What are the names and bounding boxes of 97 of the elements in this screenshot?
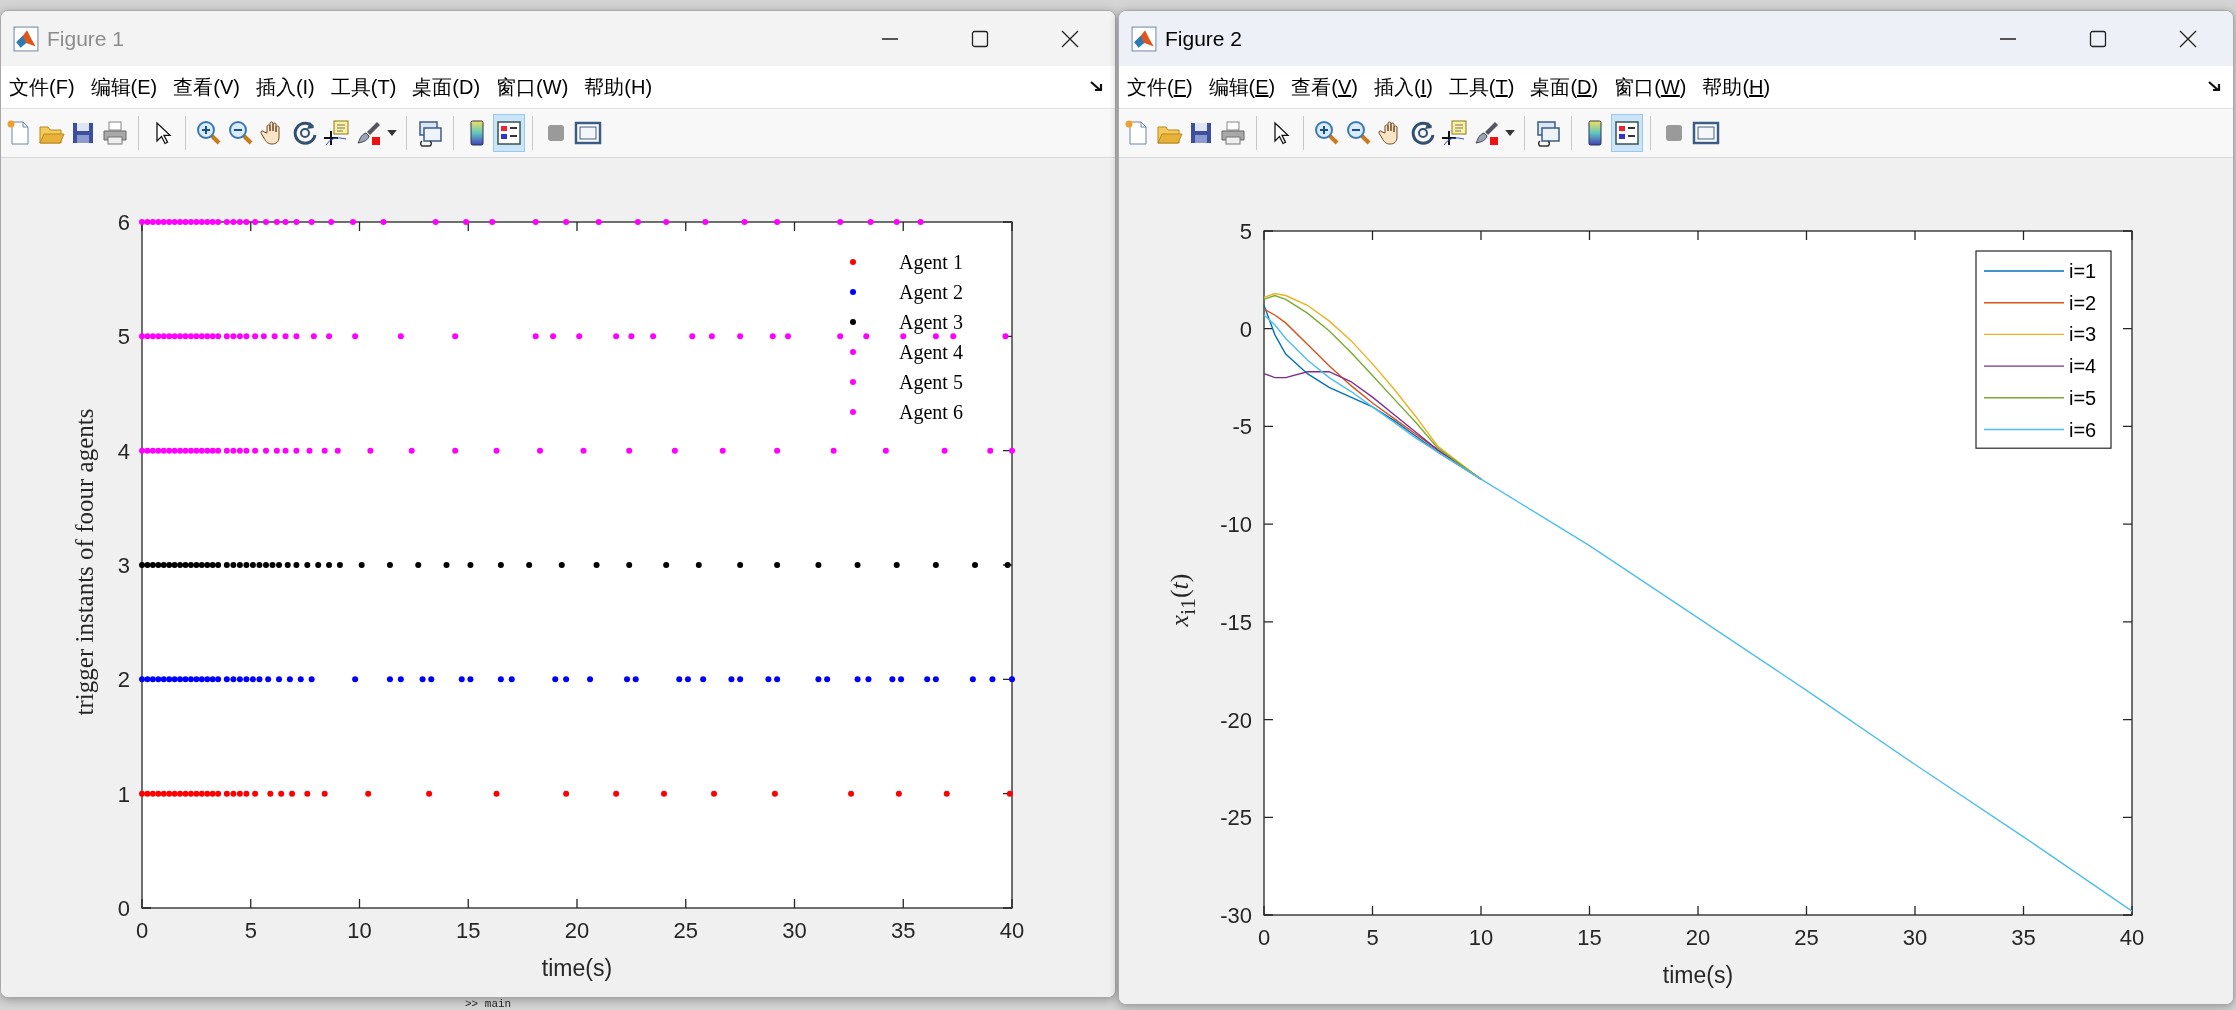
printer-icon (1219, 119, 1247, 147)
window-title: Figure 1 (47, 26, 125, 51)
zoom-in-icon (1313, 119, 1341, 147)
tick-label: -20 (1220, 707, 1252, 733)
minimize-icon (882, 37, 898, 40)
membrane-logo-icon (13, 25, 39, 52)
linked-windows-icon (416, 119, 444, 147)
tick-label: 10 (1468, 925, 1494, 950)
menu-item[interactable]: 窗口(W) (490, 69, 575, 105)
tick-label: 4 (117, 438, 130, 464)
tick-label: 0 (135, 918, 149, 943)
maximize-icon (2088, 28, 2108, 49)
menu-item[interactable]: 查看(V) (1285, 69, 1364, 105)
tick-label: 15 (1577, 925, 1602, 950)
data-tip-icon (1441, 119, 1469, 147)
tick-label: 5 (117, 324, 130, 350)
tick-label: 40 (999, 918, 1025, 943)
tick-label: 35 (891, 918, 916, 943)
axis-label: time(s) (541, 955, 613, 981)
tick-label: 20 (1685, 925, 1711, 950)
legend-label: i=1 (2069, 260, 2097, 282)
linked-windows-icon (1534, 119, 1562, 147)
zoom-out-icon (1345, 119, 1373, 147)
menu-item[interactable]: 编辑(E) (1202, 69, 1282, 105)
caret-icon (1505, 130, 1515, 136)
legend-label: i=5 (2069, 386, 2097, 409)
membrane-logo-icon (1131, 25, 1157, 52)
window-frame-icon (1692, 119, 1720, 147)
tick-label: 25 (1794, 925, 1819, 950)
tick-label: 0 (117, 896, 130, 921)
window-frame-icon (574, 119, 602, 147)
tick-label: 35 (2011, 925, 2036, 950)
minimize-icon (2000, 37, 2016, 40)
window-title: Figure 2 (1165, 26, 1243, 51)
legend-label: Agent 2 (899, 281, 963, 303)
tick-label: 2 (117, 667, 130, 693)
brush-icon (355, 119, 383, 147)
legend-label: Agent 5 (899, 371, 963, 393)
menu-item[interactable]: 窗口(W) (1608, 69, 1693, 105)
tick-label: -10 (1220, 512, 1252, 538)
maximize-icon (970, 28, 990, 49)
tick-label: 5 (244, 918, 257, 943)
menu-item[interactable]: 插入(I) (1367, 69, 1439, 105)
tick-label: 5 (1366, 925, 1379, 950)
tick-label: -25 (1220, 805, 1252, 831)
tick-label: -30 (1220, 903, 1252, 928)
zoom-in-icon (195, 119, 223, 147)
tick-label: 25 (673, 918, 698, 943)
tick-label: 0 (1257, 925, 1271, 950)
legend-label: Agent 1 (899, 251, 963, 273)
tick-label: 30 (782, 918, 807, 943)
tick-label: 30 (1902, 925, 1928, 950)
menu-item[interactable]: 工具(T) (324, 69, 403, 105)
menu-item[interactable]: 帮助(H) (1696, 69, 1777, 105)
rotate-icon (1409, 119, 1437, 147)
tick-label: 6 (117, 210, 130, 235)
command-line: >> main (465, 998, 512, 1010)
axis-label: time(s) (1662, 962, 1734, 988)
legend-label: i=3 (2069, 323, 2097, 346)
tick-label: 10 (347, 918, 372, 943)
caret-icon (387, 130, 397, 136)
legend-label: i=2 (2069, 291, 2097, 314)
tick-label: 40 (2119, 925, 2145, 950)
tick-label: 15 (456, 918, 481, 943)
menu-item[interactable]: 文件(F) (1121, 69, 1199, 105)
legend-icon (495, 119, 523, 147)
menu-item[interactable]: 桌面(D) (406, 69, 487, 105)
toolbar-button[interactable] (1611, 114, 1643, 152)
menu-item[interactable]: 文件(F) (3, 69, 81, 105)
menu-item[interactable]: 桌面(D) (1524, 69, 1605, 105)
tick-label: 20 (564, 918, 590, 943)
menu-item[interactable]: 查看(V) (167, 69, 246, 105)
menu-item[interactable]: 工具(T) (1442, 69, 1521, 105)
menu-item[interactable]: 编辑(E) (84, 69, 164, 105)
legend-label: Agent 4 (899, 341, 963, 363)
tick-label: -15 (1220, 609, 1252, 635)
legend-label: Agent 6 (899, 401, 963, 423)
zoom-out-icon (227, 119, 255, 147)
tick-label: 3 (117, 553, 130, 578)
close-icon (1060, 28, 1080, 49)
data-tip-icon (323, 119, 351, 147)
tick-label: -5 (1232, 414, 1252, 440)
legend-label: i=4 (2069, 355, 2097, 378)
brush-icon (1473, 119, 1501, 147)
close-icon (2178, 28, 2198, 49)
printer-icon (101, 119, 129, 147)
tick-label: 5 (1239, 219, 1252, 244)
tick-label: 1 (117, 781, 130, 807)
legend-label: Agent 3 (899, 311, 963, 333)
rotate-icon (291, 119, 319, 147)
toolbar-button[interactable] (493, 114, 525, 152)
tick-label: 0 (1239, 316, 1252, 342)
menu-item[interactable]: 帮助(H) (578, 69, 659, 105)
axis-label: trigger instants of foour agents (71, 408, 99, 716)
legend-icon (1613, 119, 1641, 147)
legend-label: i=6 (2069, 418, 2097, 441)
menu-item[interactable]: 插入(I) (249, 69, 321, 105)
